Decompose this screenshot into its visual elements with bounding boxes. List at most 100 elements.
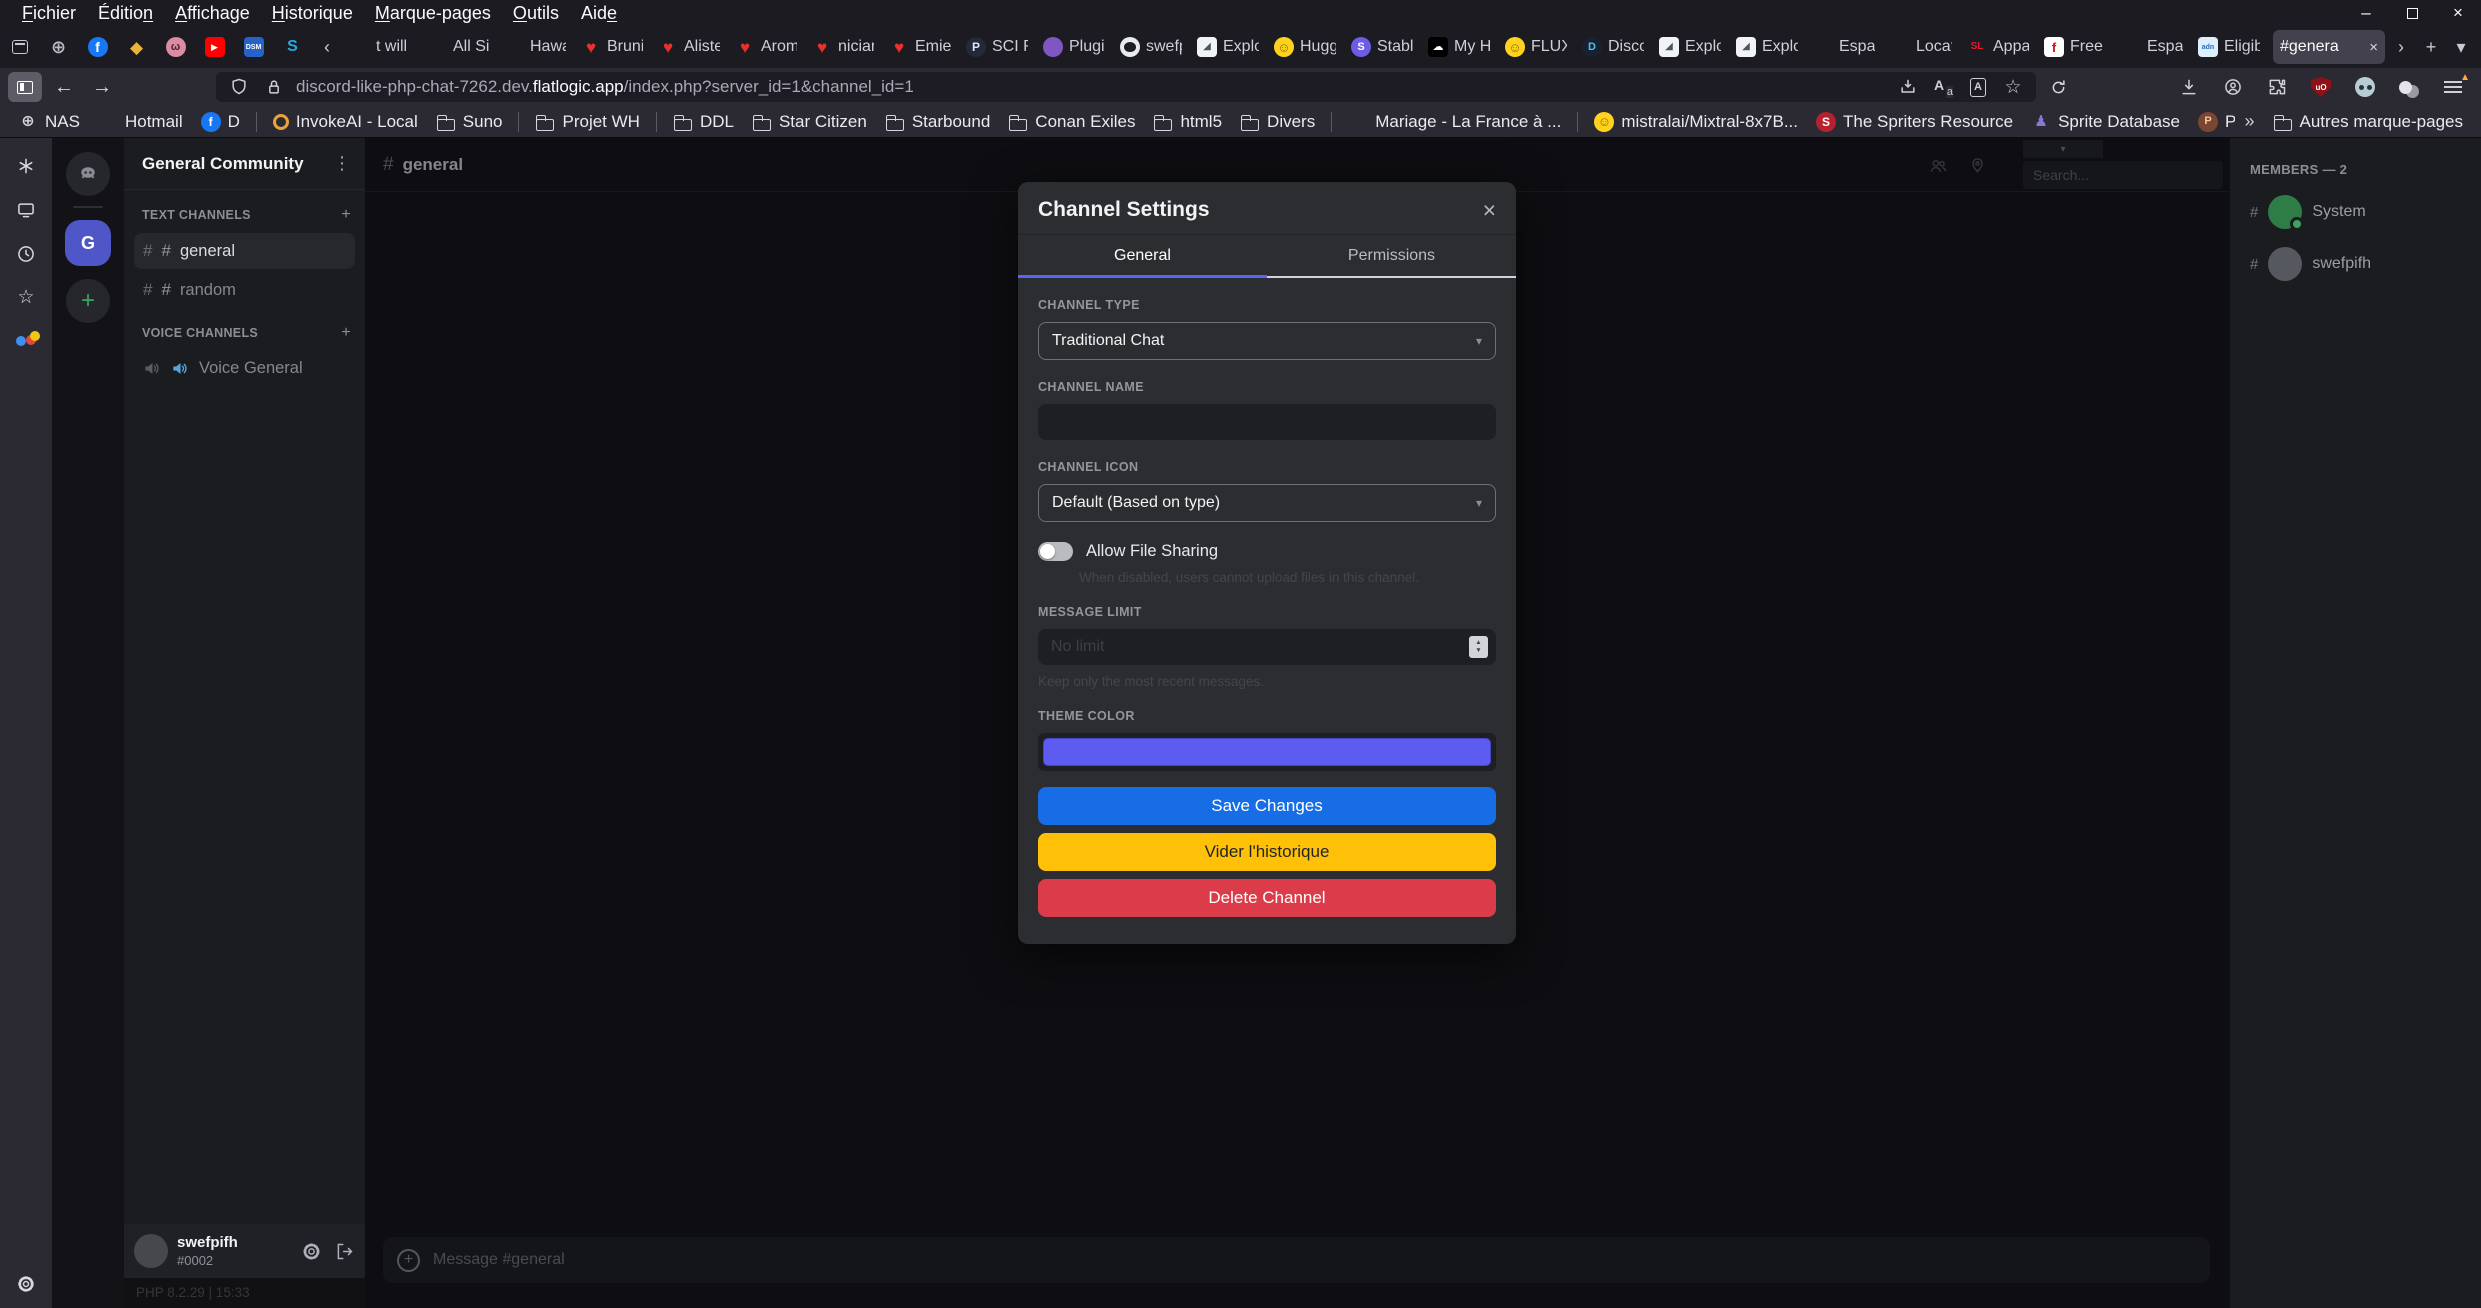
clear-history-button[interactable]: Vider l'historique (1038, 833, 1496, 871)
tab-explor[interactable]: ◢Explor (1652, 30, 1728, 64)
minimize-button[interactable]: – (2343, 0, 2389, 26)
tab-t-will[interactable]: t will (343, 30, 419, 64)
tab-explor[interactable]: ◢Explor (1190, 30, 1266, 64)
extensions-puzzle-icon[interactable] (2261, 72, 2293, 102)
bookmarks-overflow-icon[interactable]: » (2235, 111, 2265, 132)
tab-bruni2[interactable]: ♥Bruni2 (574, 30, 650, 64)
pinned-tab-youtube[interactable]: ▶ (196, 30, 233, 64)
bookmark-mariage-la-france[interactable]: Mariage - La France à ... (1340, 109, 1569, 135)
bookmark-other-bookmarks[interactable]: Autres marque-pages (2265, 109, 2471, 135)
tab-discor[interactable]: Discor (2268, 30, 2271, 64)
spinner-down-icon[interactable]: ▼ (1475, 647, 1481, 655)
tab-aromy[interactable]: ♥Aromy (728, 30, 804, 64)
scroll-tabs-left-button[interactable]: ‹ (313, 32, 341, 62)
bookmark-sprite-database[interactable]: ♟Sprite Database (2023, 109, 2188, 135)
add-server-button[interactable]: + (66, 279, 110, 323)
bookmark-projet-wh[interactable]: Projet WH (527, 109, 647, 135)
url-bar[interactable]: discord-like-php-chat-7262.dev.flatlogic… (216, 72, 2036, 102)
bookmark-star-icon[interactable]: ☆ (2000, 74, 2026, 100)
server-menu-kebab-icon[interactable]: ⋮ (333, 153, 351, 174)
ublock-origin-icon[interactable]: uO (2305, 72, 2337, 102)
tab-locati[interactable]: Locati (1883, 30, 1959, 64)
new-tab-button[interactable]: + (2417, 32, 2445, 62)
tab-discor[interactable]: DDiscor (1575, 30, 1651, 64)
member-system[interactable]: #System (2250, 195, 2481, 229)
tab-active-general[interactable]: #genera × (2273, 30, 2385, 64)
channel-name-input[interactable] (1038, 404, 1496, 440)
scroll-tabs-right-button[interactable]: › (2387, 32, 2415, 62)
bookmark-d[interactable]: fD (193, 109, 248, 135)
voice-channel-voice-general[interactable]: Voice General (134, 351, 355, 386)
save-page-icon[interactable] (1895, 74, 1921, 100)
bookmark-starbound[interactable]: Starbound (877, 109, 998, 135)
modal-close-icon[interactable]: × (1483, 199, 1496, 222)
menu-outils[interactable]: Outils (503, 2, 569, 25)
tracking-shield-icon[interactable] (226, 74, 252, 100)
downloads-icon[interactable] (2173, 72, 2205, 102)
reader-mode-icon[interactable]: A (1965, 74, 1991, 100)
bookmark-the-spriters-resource[interactable]: SThe Spriters Resource (1808, 109, 2021, 135)
tab-all-siz[interactable]: All Siz (420, 30, 496, 64)
bookmark-suno[interactable]: Suno (428, 109, 511, 135)
tab-espace-clie[interactable]: Espace clie (1806, 30, 1882, 64)
pinned-tab-pink-creature[interactable]: ω (157, 30, 194, 64)
menu-fichier[interactable]: Fichier (12, 2, 86, 25)
home-server-button[interactable] (66, 152, 110, 196)
bookmarks-star-icon[interactable]: ☆ (17, 288, 34, 307)
bookmark-divers[interactable]: Divers (1232, 109, 1323, 135)
close-tab-icon[interactable]: × (2367, 39, 2378, 56)
member-swefpifh[interactable]: #swefpifh (2250, 247, 2481, 281)
extension-circles-icon[interactable] (2393, 72, 2425, 102)
reload-button[interactable] (2042, 72, 2074, 102)
sidebar-toggle-button[interactable] (8, 72, 42, 102)
pinned-tab-streamfab[interactable]: S (274, 30, 311, 64)
screen-share-icon[interactable] (16, 200, 36, 220)
bookmark-hotmail[interactable]: Hotmail (90, 109, 191, 135)
number-spinner[interactable]: ▲ ▼ (1469, 636, 1488, 658)
maximize-button[interactable] (2389, 0, 2435, 26)
file-sharing-toggle[interactable] (1038, 542, 1073, 561)
tab-huggi[interactable]: ☺Huggi (1267, 30, 1343, 64)
tab-my-ha[interactable]: ☁My Ha (1421, 30, 1497, 64)
bookmark-mistralai-mixtral-8x7b[interactable]: ☺mistralai/Mixtral-8x7B... (1586, 109, 1806, 135)
channel-random[interactable]: ##random (134, 272, 355, 308)
menu-aide[interactable]: Aide (571, 2, 627, 25)
tab-manager-button[interactable] (6, 32, 34, 62)
add-channel-icon[interactable]: + (341, 206, 351, 224)
tab-emie0[interactable]: ♥Emie0 (882, 30, 958, 64)
tab-explor[interactable]: ◢Explor (1729, 30, 1805, 64)
menu-affichage[interactable]: Affichage (165, 2, 260, 25)
account-icon[interactable] (2217, 72, 2249, 102)
bookmark-nas[interactable]: ⊕NAS (10, 109, 88, 135)
tab-permissions[interactable]: Permissions (1267, 235, 1516, 278)
tab-eligibi[interactable]: adnEligibi (2191, 30, 2267, 64)
forward-button[interactable]: → (86, 72, 118, 102)
logout-icon[interactable] (334, 1241, 355, 1262)
tab-general[interactable]: General (1018, 235, 1267, 278)
menu-marque-pages[interactable]: Marque-pages (365, 2, 501, 25)
app-menu-button[interactable]: ▲ (2437, 72, 2469, 102)
channel-general[interactable]: ##general (134, 233, 355, 269)
url-text[interactable]: discord-like-php-chat-7262.dev.flatlogic… (296, 77, 1886, 97)
pinned-tab-globe[interactable]: ⊕ (40, 30, 77, 64)
back-button[interactable]: ← (48, 72, 80, 102)
channel-icon-select[interactable]: Default (Based on type) ▾ (1038, 484, 1496, 522)
bookmark-html5[interactable]: html5 (1145, 109, 1230, 135)
extension-face-icon[interactable] (2349, 72, 2381, 102)
translate-icon[interactable] (1930, 74, 1956, 100)
server-header[interactable]: General Community ⋮ (124, 138, 365, 190)
tab-stable[interactable]: SStable (1344, 30, 1420, 64)
bookmark-conan-exiles[interactable]: Conan Exiles (1000, 109, 1143, 135)
bookmark-star-citizen[interactable]: Star Citizen (744, 109, 875, 135)
pinned-tab-dsm[interactable]: DSM (235, 30, 272, 64)
tab-hawai[interactable]: Hawai (497, 30, 573, 64)
list-all-tabs-button[interactable]: ▾ (2447, 32, 2475, 62)
tab-plugin[interactable]: Plugin (1036, 30, 1112, 64)
message-limit-input[interactable]: No limit ▲ ▼ (1038, 629, 1496, 665)
close-window-button[interactable]: × (2435, 0, 2481, 26)
bookmark-pixelplush-studio-pix[interactable]: PPixelPlush Studio - Pix... (2190, 109, 2235, 135)
menu-dition[interactable]: Édition (88, 2, 163, 25)
ai-chat-icon[interactable] (16, 156, 36, 176)
history-clock-icon[interactable] (16, 244, 36, 264)
pinned-tab-facebook[interactable]: f (79, 30, 116, 64)
